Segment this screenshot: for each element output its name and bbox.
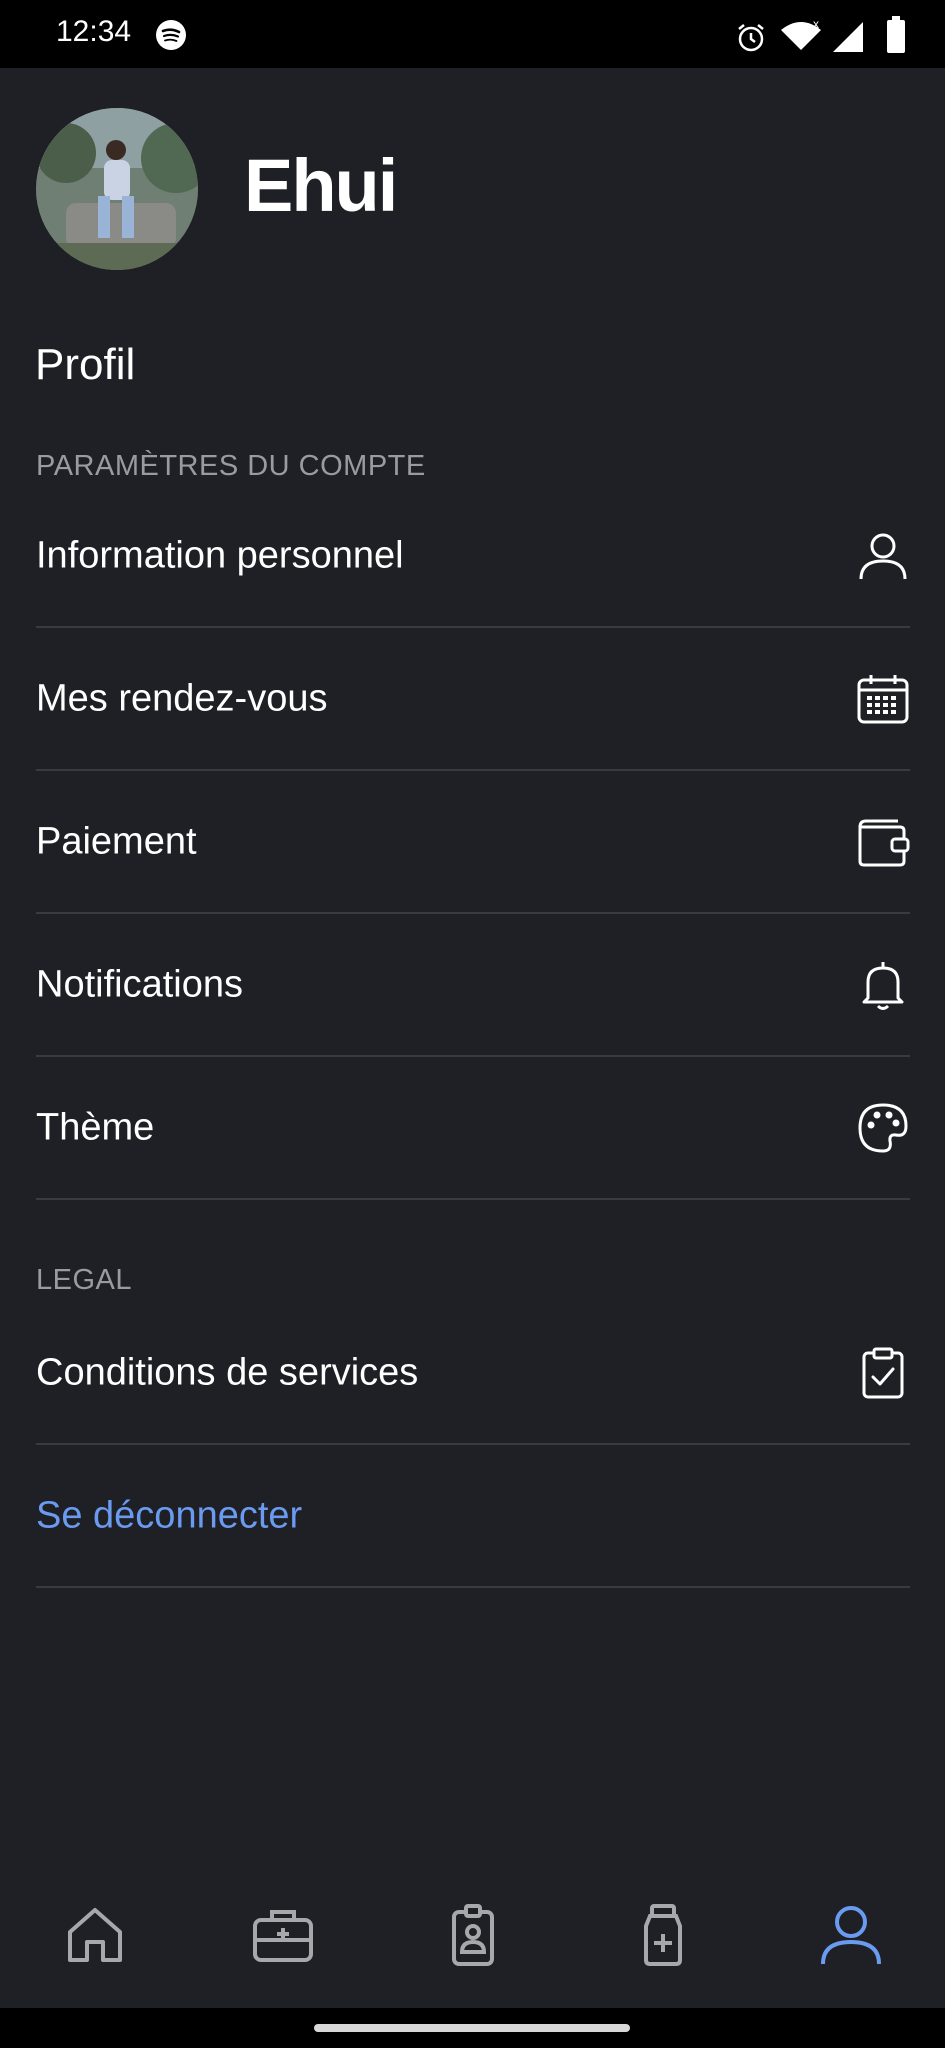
menu-item-label: Notifications	[36, 963, 243, 1005]
logout-label: Se déconnecter	[36, 1494, 303, 1536]
menu-item-personal-info[interactable]: Information personnel	[36, 485, 910, 628]
medical-kit-icon	[253, 1910, 313, 1962]
menu-item-notifications[interactable]: Notifications	[36, 914, 910, 1057]
status-bar: 12:34 x	[0, 0, 945, 68]
gesture-area	[0, 2008, 945, 2048]
menu-item-terms[interactable]: Conditions de services	[36, 1302, 910, 1445]
menu-item-label: Thème	[36, 1106, 155, 1148]
home-icon	[68, 1908, 122, 1962]
gesture-handle[interactable]	[314, 2024, 630, 2032]
logout-button[interactable]: Se déconnecter	[36, 1445, 910, 1588]
avatar[interactable]	[36, 108, 198, 270]
profile-header: Ehui	[0, 68, 945, 278]
alarm-icon	[738, 24, 764, 52]
nav-profile[interactable]	[818, 1902, 884, 1968]
signal-icon	[833, 22, 863, 52]
id-badge-icon	[452, 1904, 494, 1966]
palette-icon	[858, 1102, 908, 1153]
svg-text:x: x	[813, 20, 819, 31]
user-icon	[821, 1906, 881, 1965]
section-label-legal: LEGAL	[36, 1264, 132, 1296]
nav-medical-kit[interactable]	[250, 1902, 316, 1968]
battery-icon	[887, 16, 905, 53]
bottom-nav	[0, 1880, 945, 1990]
wifi-icon: x	[781, 20, 821, 50]
page-title: Profil	[35, 340, 136, 389]
user-name: Ehui	[244, 144, 398, 227]
status-time: 12:34	[56, 15, 132, 48]
nav-home[interactable]	[62, 1902, 128, 1968]
spotify-icon	[156, 20, 186, 50]
calendar-icon	[857, 674, 909, 723]
nav-badge[interactable]	[440, 1902, 506, 1968]
menu-item-theme[interactable]: Thème	[36, 1057, 910, 1200]
menu-item-label: Paiement	[36, 820, 197, 862]
avatar-photo	[36, 108, 198, 270]
section-label-account: PARAMÈTRES DU COMPTE	[36, 450, 426, 482]
bell-icon	[862, 961, 904, 1010]
nav-medicine[interactable]	[630, 1902, 696, 1968]
menu-item-label: Mes rendez-vous	[36, 677, 328, 719]
user-icon	[859, 533, 907, 579]
menu-item-label: Conditions de services	[36, 1351, 419, 1393]
menu-item-appointments[interactable]: Mes rendez-vous	[36, 628, 910, 771]
clipboard-check-icon	[862, 1347, 904, 1398]
wallet-icon	[858, 819, 910, 866]
medicine-bottle-icon	[644, 1904, 682, 1966]
menu-item-payment[interactable]: Paiement	[36, 771, 910, 914]
menu-item-label: Information personnel	[36, 534, 404, 576]
